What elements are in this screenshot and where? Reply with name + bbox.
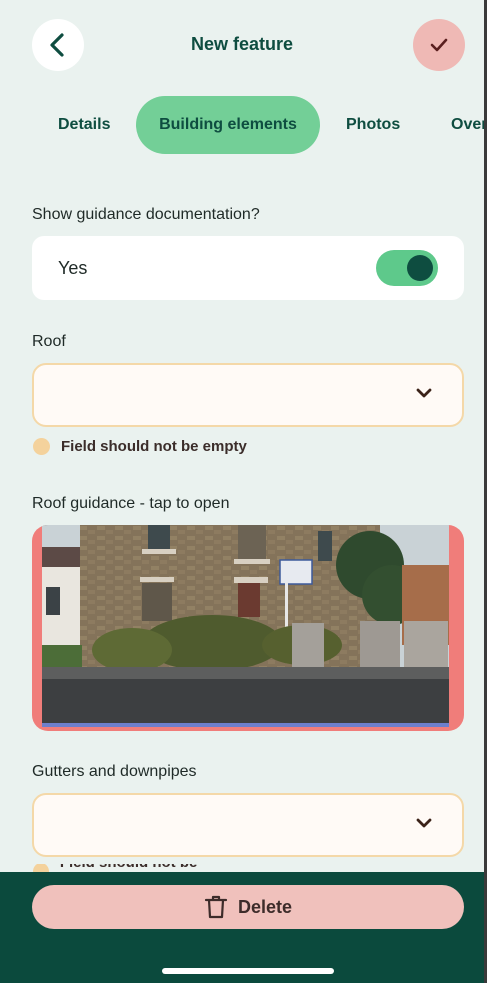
confirm-button[interactable] — [413, 19, 465, 71]
page-title: New feature — [190, 34, 294, 54]
delete-button-label: Delete — [237, 896, 293, 917]
bottom-action-bar: Delete — [0, 872, 484, 983]
guidance-toggle-value: Yes — [58, 258, 88, 278]
tab-building-elements[interactable]: Building elements — [136, 96, 320, 154]
tab-overview[interactable]: Overview — [451, 96, 484, 154]
tab-details[interactable]: Details — [58, 96, 110, 154]
chevron-down-icon — [416, 818, 432, 828]
guidance-toggle-switch[interactable] — [376, 250, 438, 286]
guidance-toggle-label: Show guidance documentation? — [32, 206, 260, 223]
roof-guidance-label: Roof guidance - tap to open — [32, 495, 230, 512]
delete-button[interactable]: Delete — [32, 885, 464, 929]
chevron-down-icon — [416, 388, 432, 398]
roof-label: Roof — [32, 333, 66, 350]
trash-icon — [204, 895, 228, 919]
photo-underline — [42, 723, 449, 727]
gutters-select[interactable] — [32, 793, 464, 857]
home-indicator[interactable] — [162, 968, 334, 974]
guidance-toggle-card: Yes — [32, 236, 464, 300]
warning-circle-icon — [33, 438, 50, 455]
app-screen: New feature Details Building elements Ph… — [0, 0, 487, 983]
roof-error-text: Field should not be empty — [61, 438, 247, 455]
roof-error: Field should not be empty — [33, 438, 247, 455]
roof-select[interactable] — [32, 363, 464, 427]
toggle-knob — [407, 255, 433, 281]
gutters-label: Gutters and downpipes — [32, 763, 197, 780]
roof-guidance-photo — [42, 525, 449, 723]
checkmark-icon — [430, 38, 448, 52]
tab-bar: Details Building elements Photos Overvie… — [0, 96, 484, 154]
roof-guidance-image-link[interactable] — [32, 525, 464, 731]
header: New feature — [0, 0, 484, 90]
tab-photos[interactable]: Photos — [346, 96, 400, 154]
